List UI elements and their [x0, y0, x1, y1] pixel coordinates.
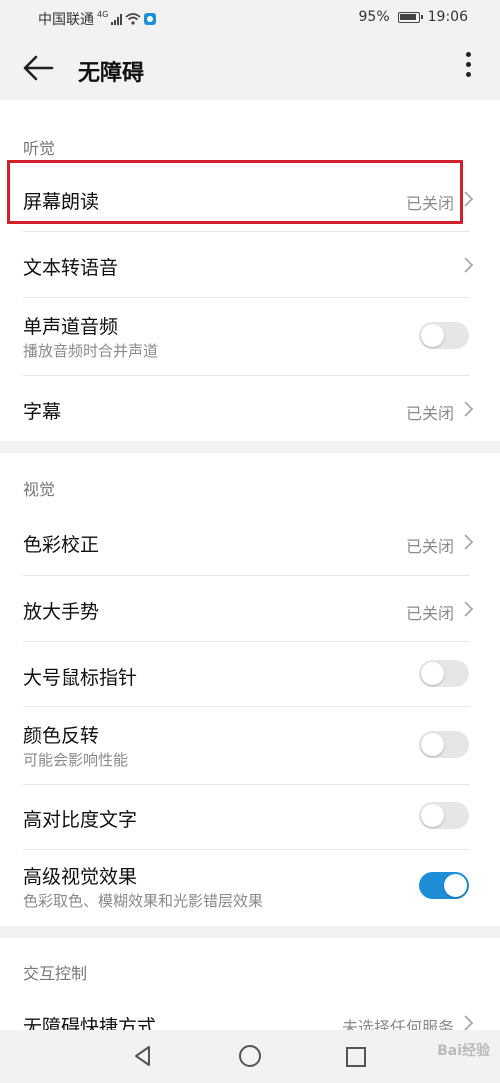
chevron-right-icon [464, 191, 474, 207]
color-inversion-description: 可能会影响性能 [23, 751, 129, 769]
more-options-icon[interactable] [460, 52, 476, 82]
large-pointer-toggle[interactable] [419, 660, 469, 687]
captions-status: 已关闭 [405, 404, 454, 423]
nav-recent-apps-icon[interactable] [346, 1047, 366, 1067]
battery-icon [397, 11, 423, 23]
color-correction-row[interactable]: 色彩校正 已关闭 [0, 509, 500, 574]
high-contrast-row[interactable]: 高对比度文字 [0, 785, 500, 848]
captions-row[interactable]: 字幕 已关闭 [0, 376, 500, 440]
high-contrast-label: 高对比度文字 [23, 809, 138, 831]
signal-icon [111, 13, 123, 25]
navigation-bar: Bai经验 [0, 1030, 500, 1083]
advanced-visual-toggle[interactable] [419, 872, 469, 899]
chevron-right-icon [464, 601, 474, 617]
mono-audio-row[interactable]: 单声道音频 播放音频时合并声道 [0, 298, 500, 374]
magnification-status: 已关闭 [405, 604, 454, 623]
nav-home-icon[interactable] [239, 1045, 261, 1067]
back-arrow-icon[interactable] [22, 54, 54, 82]
captions-label: 字幕 [23, 401, 62, 423]
advanced-visual-label: 高级视觉效果 [23, 866, 138, 888]
text-to-speech-row[interactable]: 文本转语音 [0, 232, 500, 296]
clock: 19:06 [427, 9, 468, 25]
chevron-right-icon [464, 401, 474, 417]
color-inversion-row[interactable]: 颜色反转 可能会影响性能 [0, 707, 500, 783]
carrier-label: 中国联通 [38, 12, 94, 28]
text-to-speech-label: 文本转语音 [23, 257, 119, 279]
section-header-hearing: 听觉 [23, 139, 56, 158]
chevron-right-icon [464, 534, 474, 550]
accessibility-shortcut-status: 未选择任何服务 [341, 1018, 454, 1030]
page-title: 无障碍 [78, 61, 145, 86]
watermark-text: Bai经验 [437, 1043, 490, 1059]
large-pointer-row[interactable]: 大号鼠标指针 [0, 642, 500, 705]
status-bar: 中国联通 4G 95% 19:06 [0, 0, 500, 34]
magnification-label: 放大手势 [23, 601, 100, 623]
high-contrast-toggle[interactable] [419, 802, 469, 829]
battery-percent: 95% [358, 9, 390, 25]
highlight-box [7, 160, 463, 224]
mono-audio-label: 单声道音频 [23, 316, 119, 338]
color-inversion-label: 颜色反转 [23, 725, 100, 747]
magnification-row[interactable]: 放大手势 已关闭 [0, 576, 500, 640]
section-header-interaction: 交互控制 [23, 964, 88, 983]
color-correction-label: 色彩校正 [23, 534, 100, 556]
hearing-section: 听觉 屏幕朗读 已关闭 文本转语音 单声道音频 播放音频时合并声道 字幕 已关闭 [0, 100, 500, 441]
wifi-icon [125, 13, 141, 25]
advanced-visual-description: 色彩取色、模糊效果和光影错层效果 [23, 892, 264, 910]
accessibility-shortcut-row[interactable]: 无障碍快捷方式 未选择任何服务 [0, 996, 500, 1030]
interaction-section: 交互控制 无障碍快捷方式 未选择任何服务 [0, 938, 500, 1030]
color-correction-status: 已关闭 [405, 537, 454, 556]
mono-audio-description: 播放音频时合并声道 [23, 342, 159, 360]
chevron-right-icon [464, 257, 474, 273]
accessibility-shortcut-label: 无障碍快捷方式 [23, 1016, 157, 1030]
app-notification-icon [144, 13, 157, 25]
advanced-visual-row[interactable]: 高级视觉效果 色彩取色、模糊效果和光影错层效果 [0, 850, 500, 926]
network-type: 4G [97, 9, 109, 19]
nav-back-icon[interactable] [132, 1045, 154, 1067]
chevron-right-icon [464, 1015, 474, 1030]
mono-audio-toggle[interactable] [419, 322, 469, 349]
vision-section: 视觉 色彩校正 已关闭 放大手势 已关闭 大号鼠标指针 颜色反转 可能会影响性能… [0, 453, 500, 926]
large-pointer-label: 大号鼠标指针 [23, 667, 138, 689]
color-inversion-toggle[interactable] [419, 731, 469, 758]
section-header-vision: 视觉 [23, 480, 56, 499]
app-bar: 无障碍 [0, 34, 500, 100]
